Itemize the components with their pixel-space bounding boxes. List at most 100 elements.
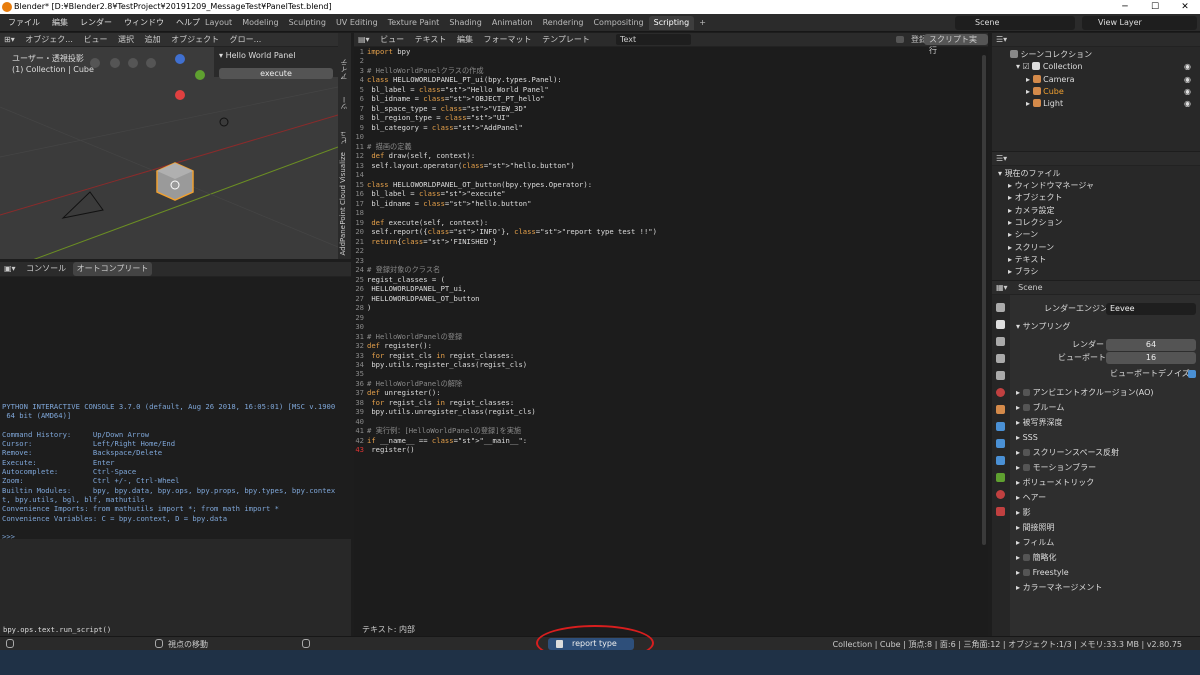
code-line[interactable]: 27 HELLOWORLDPANEL_OT_button xyxy=(354,294,988,303)
code-line[interactable]: 39 bpy.utils.unregister_class(regist_cls… xyxy=(354,407,988,416)
light-object[interactable] xyxy=(219,117,229,127)
code-line[interactable]: 17 bl_idname = class="st">"hello.button" xyxy=(354,199,988,208)
code-line[interactable]: 11 # 描画の定義 xyxy=(354,142,988,151)
pan-icon[interactable] xyxy=(128,58,138,68)
code-line[interactable]: 10 xyxy=(354,132,988,141)
object-tab-icon[interactable] xyxy=(996,405,1005,414)
code-line[interactable]: 8 bl_region_type = class="st">"UI" xyxy=(354,113,988,122)
gizmo-x-icon[interactable] xyxy=(175,90,185,100)
visibility-eye-icon[interactable]: ◉ xyxy=(1184,61,1191,73)
zoom-icon[interactable] xyxy=(146,58,156,68)
close-icon[interactable]: ✕ xyxy=(1170,0,1200,14)
editor-type-icon[interactable]: ⊞▾ xyxy=(0,33,19,47)
render-samples-field[interactable]: 64 xyxy=(1106,339,1196,351)
panel-checkbox[interactable] xyxy=(1022,569,1030,576)
code-line[interactable]: 3 # HelloWorldPanelクラスの作成 xyxy=(354,66,988,75)
code-line[interactable]: 5 bl_label = class="st">"Hello World Pan… xyxy=(354,85,988,94)
properties-panel-header[interactable]: ▸ スクリーンスペース反射 xyxy=(1016,447,1119,459)
tab-item[interactable]: アイテ xyxy=(339,59,349,80)
properties-panel-header[interactable]: ▸ 間接照明 xyxy=(1016,522,1055,534)
code-line[interactable]: 18 xyxy=(354,208,988,217)
panel-checkbox[interactable] xyxy=(1022,389,1030,396)
code-line[interactable]: 42 if __name__ == class="st">"__main__": xyxy=(354,436,988,445)
console-editor-icon[interactable]: ▣▾ xyxy=(0,262,20,276)
properties-editor-icon[interactable]: ▦▾ xyxy=(992,281,1012,295)
gizmo-y-icon[interactable] xyxy=(195,70,205,80)
panel-checkbox[interactable] xyxy=(1022,404,1030,411)
properties-panel-header[interactable]: ▸ Freestyle xyxy=(1016,567,1069,579)
text-editor-icon[interactable]: ▤▾ xyxy=(354,33,374,47)
properties-panel-header[interactable]: ▸ 簡略化 xyxy=(1016,552,1057,564)
text-editor[interactable]: ▤▾ ビュー テキスト 編集 フォーマット テンプレート Text 登録 スクリ… xyxy=(354,33,988,636)
file-item[interactable]: ▸ ウィンドウマネージャ xyxy=(1008,180,1094,192)
viewport-samples-field[interactable]: 16 xyxy=(1106,352,1196,364)
code-area[interactable]: 1 import bpy 2 3 # HelloWorldPanelクラスの作成 4 cla… xyxy=(354,47,988,455)
code-line[interactable]: 43 register() xyxy=(354,445,988,454)
tab-texture-paint[interactable]: Texture Paint xyxy=(383,16,445,30)
physics-tab-icon[interactable] xyxy=(996,456,1005,465)
code-line[interactable]: 30 xyxy=(354,322,988,331)
code-line[interactable]: 29 xyxy=(354,313,988,322)
viewport-menu-select[interactable]: 選択 xyxy=(114,33,138,47)
camera-object[interactable] xyxy=(61,191,104,219)
outliner-camera[interactable]: ▸ Camera xyxy=(1026,74,1075,86)
code-line[interactable]: 12 def draw(self, context): xyxy=(354,151,988,160)
viewport-menu-object[interactable]: オブジェクト xyxy=(167,33,223,47)
scene-selector[interactable]: Scene xyxy=(955,16,1075,30)
file-item[interactable]: ▸ ブラシ xyxy=(1008,266,1038,278)
properties-panel-header[interactable]: ▸ 影 xyxy=(1016,507,1031,519)
code-line[interactable]: 36 # HelloWorldPanelの解除 xyxy=(354,379,988,388)
menu-window[interactable]: ウィンドウ xyxy=(118,14,170,32)
file-item[interactable]: ▸ スクリーン xyxy=(1008,242,1054,254)
menu-render[interactable]: レンダー xyxy=(74,14,118,32)
file-item[interactable]: ▸ シーン xyxy=(1008,229,1038,241)
tab-uv-editing[interactable]: UV Editing xyxy=(331,16,383,30)
menu-file[interactable]: ファイル xyxy=(2,14,46,32)
properties-panel-header[interactable]: ▸ 被写界深度 xyxy=(1016,417,1063,429)
code-line[interactable]: 41 # 実行例：[HelloWorldPanelの登録]を実施 xyxy=(354,426,988,435)
text-menu-edit[interactable]: 編集 xyxy=(453,33,477,47)
output-tab-icon[interactable] xyxy=(996,337,1005,346)
code-line[interactable]: 14 xyxy=(354,170,988,179)
code-line[interactable]: 21 return{class="st">'FINISHED'} xyxy=(354,237,988,246)
current-file-row[interactable]: ▾ 現在のファイル xyxy=(998,168,1061,180)
code-line[interactable]: 32 def register(): xyxy=(354,341,988,350)
code-line[interactable]: 20 self.report({class="st">'INFO'}, clas… xyxy=(354,227,988,236)
tab-modeling[interactable]: Modeling xyxy=(237,16,283,30)
code-line[interactable]: 34 bpy.utils.register_class(regist_cls) xyxy=(354,360,988,369)
view-layer-selector[interactable]: View Layer xyxy=(1082,16,1197,30)
tab-compositing[interactable]: Compositing xyxy=(588,16,648,30)
text-datablock-field[interactable]: Text xyxy=(616,34,691,45)
properties-editor[interactable]: ▦▾ Scene レンダーエンジン Eevee ▾ サンプリング レンダー 64… xyxy=(992,281,1200,636)
file-view-editor-icon[interactable]: ☰▾ xyxy=(992,152,1011,166)
outliner-editor-icon[interactable]: ☰▾ xyxy=(992,33,1011,47)
run-script-button[interactable]: スクリプト実行 xyxy=(924,34,988,55)
modifier-tab-icon[interactable] xyxy=(996,422,1005,431)
outliner-collection[interactable]: ▾ ☑ Collection xyxy=(1016,61,1082,73)
code-line[interactable]: 38 for regist_cls in regist_classes: xyxy=(354,398,988,407)
properties-panel-header[interactable]: ▸ ボリューメトリック xyxy=(1016,477,1094,489)
outliner-cube[interactable]: ▸ Cube xyxy=(1026,86,1064,98)
text-menu-text[interactable]: テキスト xyxy=(411,33,451,47)
scene-collection-row[interactable]: シーンコレクション xyxy=(1010,49,1092,61)
viewport-menu-add[interactable]: 追加 xyxy=(141,33,165,47)
sampling-panel-header[interactable]: ▾ サンプリング xyxy=(1016,321,1070,333)
code-line[interactable]: 24 # 登録対象のクラス名 xyxy=(354,265,988,274)
properties-panel-header[interactable]: ▸ ブルーム xyxy=(1016,402,1064,414)
tab-sculpting[interactable]: Sculpting xyxy=(284,16,331,30)
code-line[interactable]: 7 bl_space_type = class="st">"VIEW_3D" xyxy=(354,104,988,113)
mode-selector[interactable]: オブジェク... xyxy=(21,33,77,47)
code-line[interactable]: 13 self.layout.operator(class="st">"hell… xyxy=(354,161,988,170)
code-scrollbar[interactable] xyxy=(982,55,986,545)
camera-view-icon[interactable] xyxy=(110,58,120,68)
code-line[interactable]: 37 def unregister(): xyxy=(354,388,988,397)
python-console[interactable]: ▣▾ コンソール オートコンプリート PYTHON INTERACTIVE CO… xyxy=(0,262,351,541)
visibility-eye-icon[interactable]: ◉ xyxy=(1184,74,1191,86)
properties-panel-header[interactable]: ▸ ヘアー xyxy=(1016,492,1046,504)
code-line[interactable]: 23 xyxy=(354,256,988,265)
panel-checkbox[interactable] xyxy=(1022,554,1030,561)
scene-tab-icon[interactable] xyxy=(996,371,1005,380)
panel-checkbox[interactable] xyxy=(1022,449,1030,456)
code-line[interactable]: 40 xyxy=(354,417,988,426)
file-item[interactable]: ▸ カメラ設定 xyxy=(1008,205,1055,217)
